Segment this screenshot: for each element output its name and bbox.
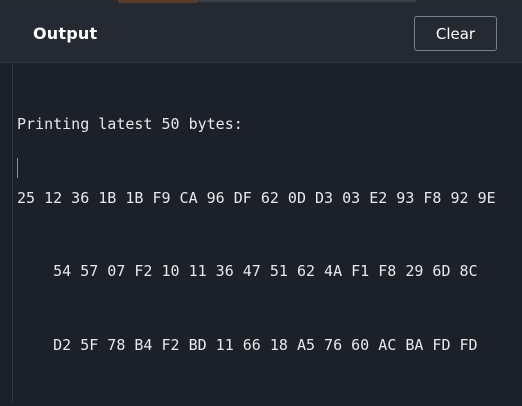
console-line: D2 5F 78 B4 F2 BD 11 66 18 A5 76 60 AC B…	[17, 335, 478, 354]
console-line: Printing latest 50 bytes:	[17, 115, 243, 133]
output-header: Output Clear	[0, 4, 522, 63]
console-text: Printing latest 50 bytes: 25 12 36 1B 1B…	[17, 63, 517, 406]
panel-title: Output	[33, 24, 98, 43]
output-console[interactable]: Printing latest 50 bytes: 25 12 36 1B 1B…	[0, 63, 522, 403]
console-line: 54 57 07 F2 10 11 36 47 51 62 4A F1 F8 2…	[17, 262, 478, 280]
console-line: 25 12 36 1B 1B F9 CA 96 DF 62 0D D3 03 E…	[17, 188, 496, 207]
tab-thumbnail	[118, 0, 198, 3]
gutter-divider	[12, 63, 13, 403]
scroll-bar	[198, 0, 416, 2]
clear-button[interactable]: Clear	[414, 16, 497, 51]
text-cursor	[17, 158, 18, 178]
